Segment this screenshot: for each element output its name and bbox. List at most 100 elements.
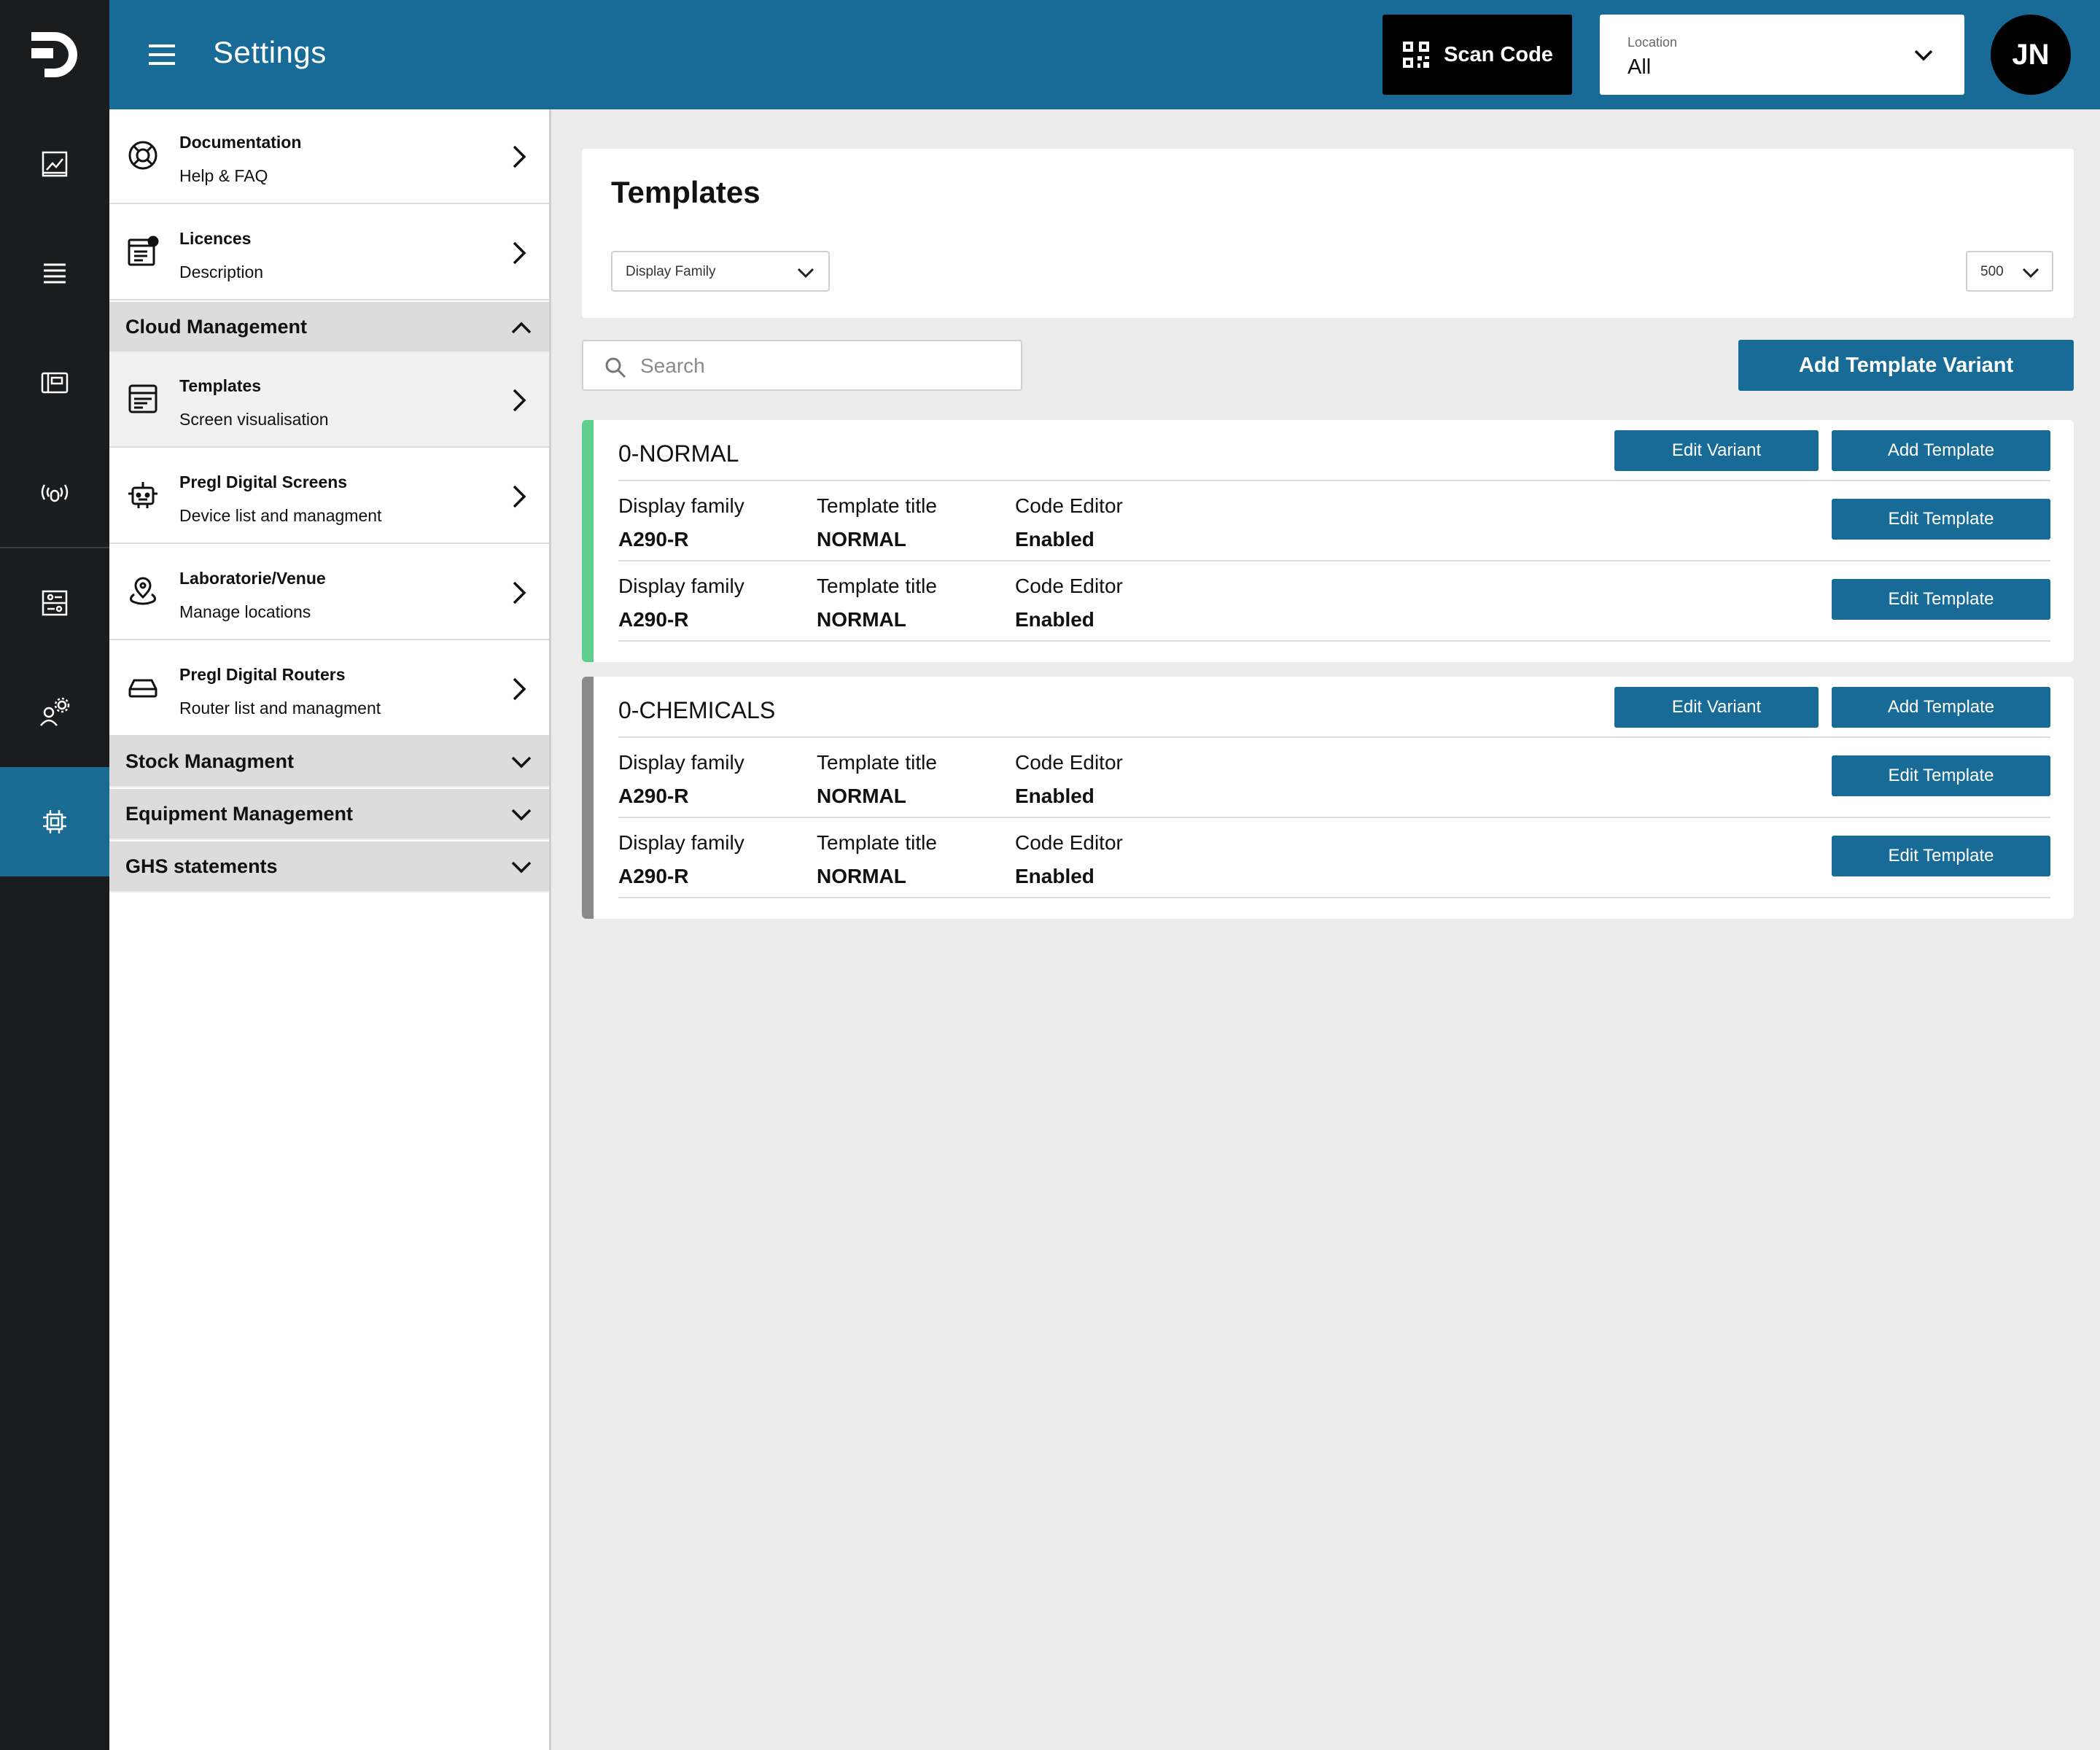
- chevron-down-icon: [510, 804, 533, 829]
- display-family-value: A290-R: [618, 528, 689, 551]
- page-size-select[interactable]: 500: [1966, 251, 2053, 292]
- scan-code-button[interactable]: Scan Code: [1382, 15, 1572, 95]
- code-editor-value: Enabled: [1015, 608, 1094, 631]
- settings-item-documentation[interactable]: Documentation Help & FAQ: [109, 109, 549, 204]
- settings-item-title: Templates: [179, 376, 262, 395]
- edit-template-button[interactable]: Edit Template: [1832, 579, 2050, 620]
- lifebuoy-icon: [127, 139, 162, 174]
- settings-item-digital-screens[interactable]: Pregl Digital Screens Device list and ma…: [109, 449, 549, 544]
- settings-item-templates[interactable]: Templates Screen visualisation: [109, 353, 549, 448]
- settings-item-subtitle: Screen visualisation: [179, 410, 329, 429]
- code-editor-value: Enabled: [1015, 785, 1094, 807]
- settings-item-subtitle: Router list and managment: [179, 699, 381, 718]
- edit-variant-button[interactable]: Edit Variant: [1614, 687, 1819, 728]
- location-pin-icon: [127, 575, 162, 610]
- page-size-value: 500: [1980, 264, 2004, 279]
- display-family-label: Display family: [618, 751, 744, 774]
- search-icon: [604, 356, 627, 383]
- display-family-label: Display family: [618, 831, 744, 854]
- section-title: GHS statements: [125, 855, 278, 877]
- template-title-value: NORMAL: [817, 865, 906, 887]
- section-ghs-statements[interactable]: GHS statements: [109, 841, 549, 892]
- settings-item-title: Pregl Digital Screens: [179, 472, 348, 491]
- menu-icon[interactable]: [144, 37, 179, 72]
- licence-icon: [127, 236, 162, 271]
- settings-item-laboratorie-venue[interactable]: Laboratorie/Venue Manage locations: [109, 545, 549, 640]
- page-title: Settings: [213, 35, 327, 69]
- left-rail: [0, 0, 109, 1750]
- list-icon[interactable]: [0, 219, 109, 328]
- code-editor-value: Enabled: [1015, 865, 1094, 887]
- user-gear-icon[interactable]: [0, 658, 109, 767]
- section-equipment-management[interactable]: Equipment Management: [109, 789, 549, 840]
- section-cloud-management[interactable]: Cloud Management: [109, 302, 549, 353]
- settings-item-title: Pregl Digital Routers: [179, 665, 346, 684]
- device-card-icon[interactable]: [0, 328, 109, 438]
- template-title-value: NORMAL: [817, 608, 906, 631]
- template-title-label: Template title: [817, 751, 937, 774]
- chevron-down-icon: [2021, 264, 2040, 285]
- tune-icon[interactable]: [0, 548, 109, 658]
- settings-item-digital-routers[interactable]: Pregl Digital Routers Router list and ma…: [109, 642, 549, 736]
- code-editor-label: Code Editor: [1015, 575, 1123, 597]
- edit-template-button[interactable]: Edit Template: [1832, 755, 2050, 796]
- chevron-right-icon: [505, 238, 532, 271]
- chevron-down-icon: [796, 264, 815, 285]
- settings-item-subtitle: Device list and managment: [179, 506, 382, 525]
- code-editor-label: Code Editor: [1015, 831, 1123, 854]
- variant-name: 0-NORMAL: [618, 440, 739, 467]
- edit-template-button[interactable]: Edit Template: [1832, 836, 2050, 876]
- settings-item-title: Documentation: [179, 133, 302, 152]
- brand-logo-icon[interactable]: [0, 0, 109, 109]
- section-title: Stock Managment: [125, 750, 295, 772]
- templates-header-card: Templates Display Family 500: [582, 149, 2074, 318]
- templates-title: Templates: [611, 175, 761, 209]
- edit-variant-button[interactable]: Edit Variant: [1614, 430, 1819, 471]
- qr-code-icon: [1403, 42, 1430, 68]
- section-stock-managment[interactable]: Stock Managment: [109, 736, 549, 788]
- divider: [618, 640, 2050, 642]
- template-row: Display family A290-R Template title NORMA…: [582, 561, 2074, 640]
- display-family-value: A290-R: [618, 865, 689, 887]
- template-title-label: Template title: [817, 575, 937, 597]
- broadcast-icon[interactable]: [0, 438, 109, 547]
- add-template-button[interactable]: Add Template: [1832, 430, 2050, 471]
- chevron-right-icon: [505, 482, 532, 515]
- avatar[interactable]: JN: [1991, 15, 2071, 95]
- variant-card: 0-CHEMICALS Edit Variant Add Template Di…: [582, 677, 2074, 919]
- settings-item-title: Laboratorie/Venue: [179, 569, 326, 588]
- settings-item-subtitle: Manage locations: [179, 602, 311, 621]
- chevron-down-icon: [510, 751, 533, 777]
- divider: [618, 897, 2050, 898]
- add-template-button[interactable]: Add Template: [1832, 687, 2050, 728]
- chevron-up-icon: [510, 316, 533, 342]
- display-family-select[interactable]: Display Family: [611, 251, 830, 292]
- location-select[interactable]: Location All: [1600, 15, 1964, 95]
- chevron-down-icon: [1912, 44, 1935, 71]
- add-template-variant-button[interactable]: Add Template Variant: [1738, 340, 2074, 391]
- code-editor-value: Enabled: [1015, 528, 1094, 551]
- settings-item-subtitle: Description: [179, 262, 264, 281]
- template-title-value: NORMAL: [817, 785, 906, 807]
- settings-item-subtitle: Help & FAQ: [179, 166, 268, 185]
- chip-icon[interactable]: [0, 767, 109, 876]
- display-family-value: A290-R: [618, 785, 689, 807]
- chevron-right-icon: [505, 674, 532, 707]
- search-input[interactable]: [640, 351, 1005, 381]
- router-icon: [127, 672, 162, 707]
- section-title: Cloud Management: [125, 316, 308, 338]
- settings-panel: Documentation Help & FAQ Licences Descri…: [109, 109, 551, 1750]
- edit-template-button[interactable]: Edit Template: [1832, 499, 2050, 540]
- location-value: All: [1628, 55, 1652, 79]
- settings-item-licences[interactable]: Licences Description: [109, 206, 549, 300]
- chevron-right-icon: [505, 578, 532, 611]
- analytics-icon[interactable]: [0, 109, 109, 219]
- variant-card: 0-NORMAL Edit Variant Add Template Displ…: [582, 420, 2074, 662]
- chevron-right-icon: [505, 142, 532, 175]
- top-bar: Settings Scan Code Location All JN: [109, 0, 2100, 109]
- code-editor-label: Code Editor: [1015, 494, 1123, 517]
- chevron-down-icon: [510, 856, 533, 882]
- display-family-label: Display family: [618, 575, 744, 597]
- robot-icon: [127, 479, 162, 514]
- code-editor-label: Code Editor: [1015, 751, 1123, 774]
